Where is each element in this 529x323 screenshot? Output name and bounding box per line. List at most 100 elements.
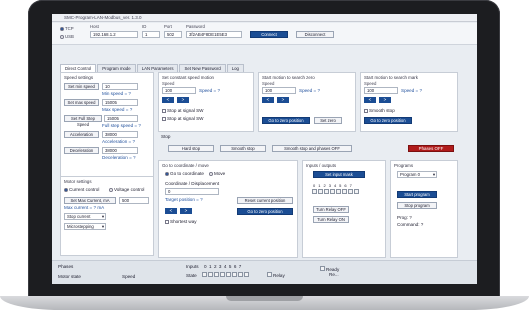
- constant-speed-input[interactable]: 100: [162, 87, 196, 94]
- checkbox-icon: [165, 219, 169, 224]
- set-min-speed-button[interactable]: Set min speed: [64, 83, 99, 90]
- coordinate-input[interactable]: 0: [165, 188, 219, 195]
- phases-label: Phases: [58, 264, 74, 269]
- acceleration-input[interactable]: 38000: [102, 131, 138, 138]
- input-led[interactable]: [348, 189, 353, 194]
- stop-program-button[interactable]: Stop program: [397, 202, 437, 209]
- coordinate-goto-zero-button[interactable]: Go to zero position: [237, 208, 293, 215]
- full-step-speed-caption: Full step speed = ?: [102, 123, 141, 128]
- constant-speed-right-button[interactable]: >: [177, 97, 189, 103]
- microstepping-select[interactable]: Microstepping ▾: [64, 223, 106, 230]
- set-zero-button[interactable]: Set zero: [314, 117, 342, 124]
- search-mark-left-button[interactable]: <: [364, 97, 376, 103]
- host-input[interactable]: 192.168.1.2: [90, 31, 138, 38]
- max-current-input[interactable]: 500: [119, 197, 149, 204]
- coordinate-right-button[interactable]: >: [180, 208, 192, 214]
- app-window: SMC-Program-LAN-Modbus_ver. 1.3.0 TCP US…: [52, 14, 477, 284]
- chevron-down-icon: ▾: [101, 224, 104, 229]
- constant-speed-left-button[interactable]: <: [162, 97, 174, 103]
- search-zero-left-button[interactable]: <: [262, 97, 274, 103]
- min-speed-caption: Min speed = ?: [102, 91, 131, 96]
- stop-at-signal-sw2[interactable]: Stop at signal SW: [162, 116, 204, 121]
- speed-settings-title: Speed settings: [64, 75, 94, 80]
- hard-stop-button[interactable]: Hard stop: [168, 145, 214, 152]
- window-titlebar: SMC-Program-LAN-Modbus_ver. 1.3.0: [52, 14, 477, 22]
- max-current-caption: Max current = ? mA: [64, 205, 105, 210]
- status-input-leds: [202, 272, 250, 278]
- input-led[interactable]: [342, 189, 347, 194]
- acceleration-button[interactable]: Acceleration: [64, 131, 99, 138]
- go-to-coordinate-radio[interactable]: Go to coordinate: [165, 171, 204, 176]
- reset-current-position-button[interactable]: Reset current position: [237, 197, 293, 204]
- stop-title: Stop: [161, 134, 171, 139]
- laptop-frame: SMC-Program-LAN-Modbus_ver. 1.3.0 TCP US…: [0, 0, 529, 323]
- tab-set-new-password[interactable]: Set New Password: [179, 64, 226, 72]
- radio-icon: [60, 34, 64, 39]
- min-speed-input[interactable]: 10: [102, 83, 138, 90]
- tab-program-mode[interactable]: Program mode: [97, 64, 136, 72]
- search-mark-speed-input[interactable]: 100: [364, 87, 398, 94]
- inputs-label: Inputs: [186, 264, 199, 269]
- smooth-stop-phases-off-button[interactable]: Smooth stop and phases OFF: [272, 145, 352, 152]
- input-led[interactable]: [324, 189, 329, 194]
- password-input[interactable]: 3f2AB4F8DE1E5E3: [186, 31, 242, 38]
- radio-icon: [109, 187, 113, 192]
- port-input[interactable]: 502: [164, 31, 182, 38]
- laptop-notch: [226, 296, 303, 301]
- stop-current-select[interactable]: Stop current ▾: [64, 213, 106, 220]
- input-led[interactable]: [354, 189, 359, 194]
- program-select[interactable]: Program 0 ▾: [397, 171, 437, 178]
- max-speed-input[interactable]: 15005: [102, 99, 138, 106]
- deceleration-button[interactable]: Deceleration: [64, 147, 99, 154]
- search-mark-goto-zero-button[interactable]: Go to zero position: [364, 117, 412, 124]
- max-speed-caption: Max speed = ?: [102, 107, 133, 112]
- deceleration-input[interactable]: 38000: [102, 147, 138, 154]
- coordinate-left-button[interactable]: <: [165, 208, 177, 214]
- motor-state-label: Motor state: [58, 274, 81, 279]
- status-led: [214, 272, 219, 277]
- input-led[interactable]: [336, 189, 341, 194]
- start-program-button[interactable]: Start program: [397, 191, 437, 198]
- protocol-usb[interactable]: USB: [60, 34, 74, 39]
- search-zero-panel: Start motion to search zero Speed 100 Sp…: [258, 72, 356, 132]
- smooth-stop-checkbox[interactable]: Smooth stop: [364, 108, 395, 113]
- input-led[interactable]: [330, 189, 335, 194]
- tab-bar: Direct Control Program mode LAN Parameters…: [60, 64, 245, 72]
- checkbox-icon: [162, 116, 166, 121]
- input-led[interactable]: [312, 189, 317, 194]
- tab-lan-parameters[interactable]: LAN Parameters: [136, 64, 179, 72]
- shortest-way-checkbox[interactable]: Shortest way: [165, 219, 197, 224]
- id-input[interactable]: 1: [142, 31, 160, 38]
- search-zero-right-button[interactable]: >: [277, 97, 289, 103]
- turn-relay-off-button[interactable]: Turn Relay OFF: [313, 206, 349, 213]
- search-zero-speed-input[interactable]: 100: [262, 87, 296, 94]
- move-radio[interactable]: Move: [209, 171, 225, 176]
- disconnect-button[interactable]: Disconnect: [296, 31, 334, 38]
- stop-at-signal-sw1[interactable]: Stop at signal SW: [162, 108, 204, 113]
- checkbox-icon: [364, 108, 368, 113]
- set-full-step-speed-button[interactable]: Set Full Step Speed: [64, 115, 102, 127]
- turn-relay-on-button[interactable]: Turn Relay ON: [313, 216, 349, 223]
- set-input-mask-button[interactable]: Set input mask: [313, 171, 365, 178]
- stop-section: Stop Hard stop Smooth stop Smooth stop a…: [158, 134, 458, 154]
- phases-off-button[interactable]: Phases OFF: [408, 145, 454, 152]
- search-zero-goto-zero-button[interactable]: Go to zero position: [262, 117, 310, 124]
- status-input-index-row: 01234567: [204, 264, 244, 269]
- connect-button[interactable]: Connect: [250, 31, 288, 38]
- search-zero-speed-caption: Speed = ?: [299, 88, 321, 93]
- input-led[interactable]: [318, 189, 323, 194]
- tab-log[interactable]: Log: [226, 64, 244, 72]
- set-max-current-button[interactable]: Set Max Current, mA: [64, 197, 116, 204]
- current-control-radio[interactable]: Current control: [64, 187, 99, 192]
- full-step-speed-input[interactable]: 15005: [104, 115, 138, 122]
- smooth-stop-button[interactable]: Smooth stop: [220, 145, 266, 152]
- protocol-tcp[interactable]: TCP: [60, 26, 74, 31]
- checkbox-icon: [162, 108, 166, 113]
- connection-bar: TCP USB Host 192.168.1.2 ID 1 Port 502 P…: [52, 23, 477, 45]
- set-max-speed-button[interactable]: Set max speed: [64, 99, 99, 106]
- radio-icon: [165, 171, 169, 176]
- search-mark-right-button[interactable]: >: [379, 97, 391, 103]
- voltage-control-radio[interactable]: Voltage control: [109, 187, 144, 192]
- tab-direct-control[interactable]: Direct Control: [60, 64, 97, 72]
- constant-speed-label: Speed: [162, 81, 175, 86]
